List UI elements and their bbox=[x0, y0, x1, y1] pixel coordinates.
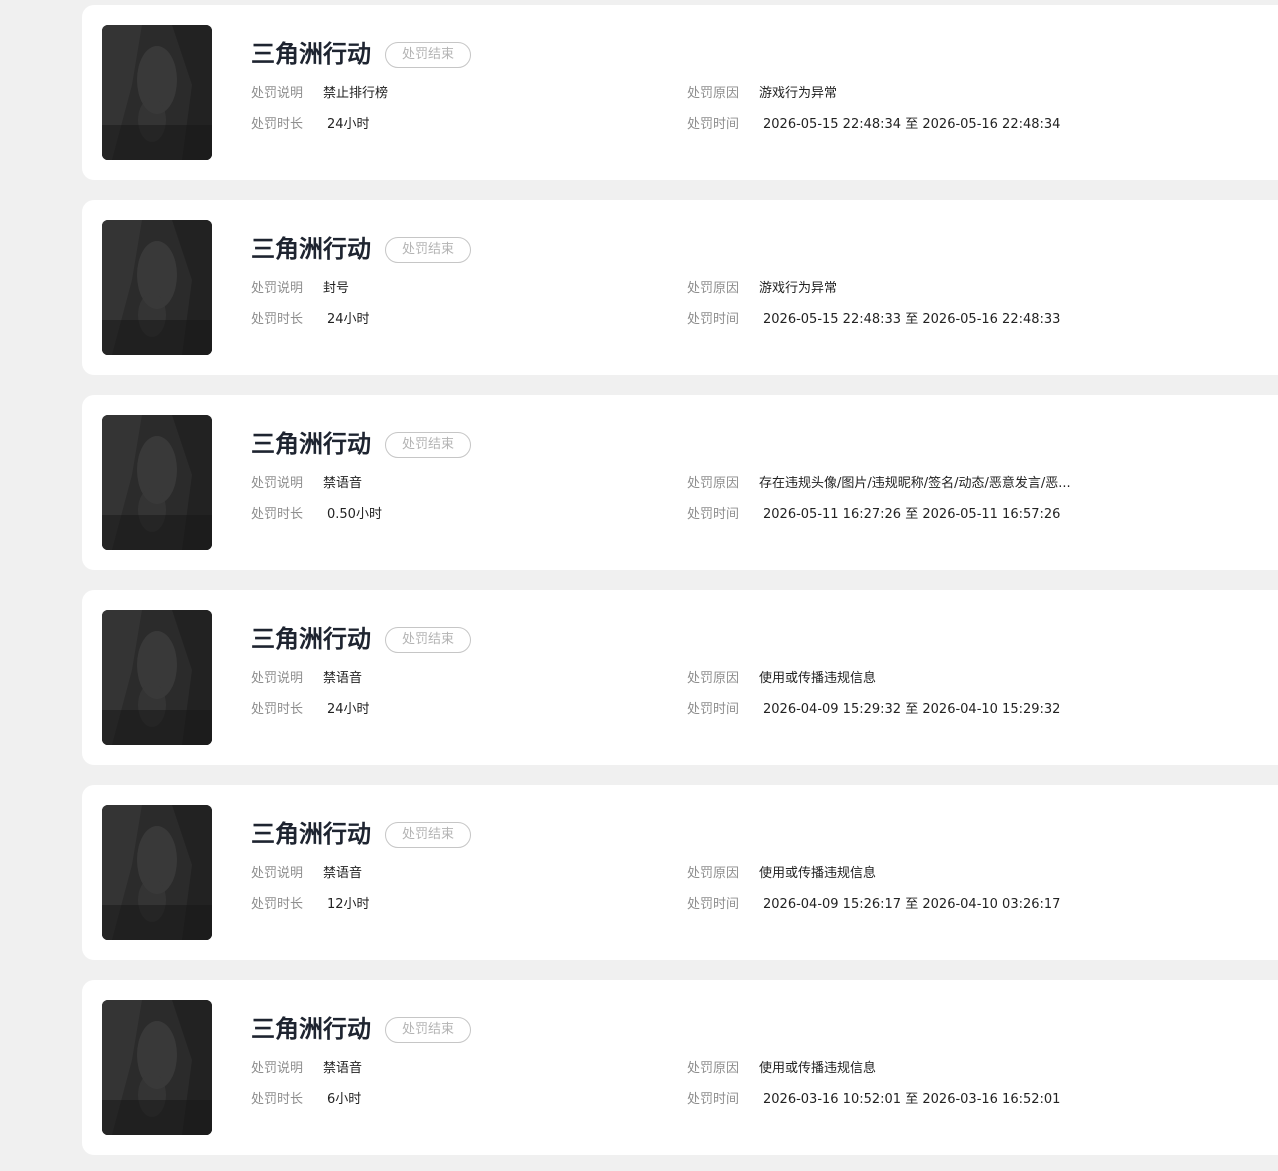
punish-time-start: 2026-05-15 22:48:33 bbox=[763, 312, 902, 327]
punish-reason-label: 处罚原因 bbox=[687, 476, 740, 491]
punish-time-end: 2026-04-10 15:29:32 bbox=[922, 702, 1061, 717]
punish-reason-value: 使用或传播违规信息 bbox=[759, 866, 877, 881]
punish-time-value: 2026-04-09 15:29:32 至 2026-04-10 15:29:3… bbox=[763, 701, 1060, 719]
punishment-record-list: 三角洲行动 处罚结束 处罚说明 禁止排行榜 处罚时长 24小时 处罚原因 游戏行为异常 处罚时间… bbox=[0, 0, 1278, 1171]
punish-reason-value: 使用或传播违规信息 bbox=[759, 671, 877, 686]
punish-desc-label: 处罚说明 bbox=[251, 866, 304, 881]
status-badge: 处罚结束 bbox=[385, 237, 471, 263]
punish-duration-label: 处罚时长 bbox=[251, 117, 304, 132]
punish-desc-value: 禁止排行榜 bbox=[323, 86, 389, 101]
punish-reason-value: 游戏行为异常 bbox=[759, 86, 838, 101]
punish-time-end: 2026-04-10 03:26:17 bbox=[922, 897, 1061, 912]
punish-reason-label: 处罚原因 bbox=[687, 671, 740, 686]
punish-time-value: 2026-05-15 22:48:33 至 2026-05-16 22:48:3… bbox=[763, 311, 1060, 329]
game-cover-image bbox=[102, 415, 212, 550]
game-cover-image bbox=[102, 220, 212, 355]
status-badge: 处罚结束 bbox=[385, 42, 471, 68]
punish-time-value: 2026-03-16 10:52:01 至 2026-03-16 16:52:0… bbox=[763, 1091, 1060, 1109]
punish-time-separator: 至 bbox=[905, 897, 919, 912]
game-cover-image bbox=[102, 1000, 212, 1135]
punish-time-end: 2026-03-16 16:52:01 bbox=[922, 1092, 1061, 1107]
punish-time-value: 2026-05-15 22:48:34 至 2026-05-16 22:48:3… bbox=[763, 116, 1060, 134]
punish-time-end: 2026-05-16 22:48:34 bbox=[922, 117, 1061, 132]
punish-time-end: 2026-05-11 16:57:26 bbox=[922, 507, 1061, 522]
punish-time-separator: 至 bbox=[905, 117, 919, 132]
punish-time-label: 处罚时间 bbox=[687, 897, 740, 912]
game-title: 三角洲行动 bbox=[251, 235, 371, 263]
punish-desc-value: 禁语音 bbox=[323, 476, 363, 491]
punish-desc-value: 禁语音 bbox=[323, 671, 363, 686]
punish-desc-label: 处罚说明 bbox=[251, 671, 304, 686]
punish-time-separator: 至 bbox=[905, 702, 919, 717]
punish-time-start: 2026-03-16 10:52:01 bbox=[763, 1092, 902, 1107]
game-title: 三角洲行动 bbox=[251, 820, 371, 848]
punish-time-label: 处罚时间 bbox=[687, 117, 740, 132]
punish-duration-value: 12小时 bbox=[327, 897, 370, 912]
game-title: 三角洲行动 bbox=[251, 625, 371, 653]
punish-time-label: 处罚时间 bbox=[687, 312, 740, 327]
punish-time-label: 处罚时间 bbox=[687, 1092, 740, 1107]
status-badge: 处罚结束 bbox=[385, 1017, 471, 1043]
punish-duration-label: 处罚时长 bbox=[251, 897, 304, 912]
punishment-record-card[interactable]: 三角洲行动 处罚结束处罚说明 禁语音处罚时长 6小时 处罚原因 使用或传播违规信息处罚时间… bbox=[82, 980, 1278, 1155]
punish-duration-value: 24小时 bbox=[327, 117, 370, 132]
punish-duration-value: 24小时 bbox=[327, 702, 370, 717]
punish-time-start: 2026-04-09 15:26:17 bbox=[763, 897, 902, 912]
punish-desc-label: 处罚说明 bbox=[251, 476, 304, 491]
punish-duration-value: 0.50小时 bbox=[327, 507, 382, 522]
punish-duration-label: 处罚时长 bbox=[251, 312, 304, 327]
punishment-record-card[interactable]: 三角洲行动 处罚结束处罚说明 禁止排行榜处罚时长 24小时 处罚原因 游戏行为异常处罚时间… bbox=[82, 5, 1278, 180]
punish-reason-label: 处罚原因 bbox=[687, 1061, 740, 1076]
punish-time-label: 处罚时间 bbox=[687, 702, 740, 717]
punish-time-value: 2026-04-09 15:26:17 至 2026-04-10 03:26:1… bbox=[763, 896, 1060, 914]
punish-reason-label: 处罚原因 bbox=[687, 866, 740, 881]
punish-duration-label: 处罚时长 bbox=[251, 507, 304, 522]
punish-reason-value: 游戏行为异常 bbox=[759, 281, 838, 296]
punish-time-start: 2026-04-09 15:29:32 bbox=[763, 702, 902, 717]
game-cover-image bbox=[102, 805, 212, 940]
punish-time-value: 2026-05-11 16:27:26 至 2026-05-11 16:57:2… bbox=[763, 506, 1060, 524]
punishment-record-card[interactable]: 三角洲行动 处罚结束处罚说明 禁语音处罚时长 24小时 处罚原因 使用或传播违规信息处罚时… bbox=[82, 590, 1278, 765]
punish-reason-label: 处罚原因 bbox=[687, 281, 740, 296]
punish-desc-value: 封号 bbox=[323, 281, 350, 296]
punishment-record-card[interactable]: 三角洲行动 处罚结束处罚说明 禁语音处罚时长 0.50小时 处罚原因 存在违规头像/图片/… bbox=[82, 395, 1278, 570]
punish-time-start: 2026-05-15 22:48:34 bbox=[763, 117, 902, 132]
game-cover-image bbox=[102, 610, 212, 745]
punish-time-end: 2026-05-16 22:48:33 bbox=[922, 312, 1061, 327]
punish-duration-value: 6小时 bbox=[327, 1092, 362, 1107]
punish-duration-label: 处罚时长 bbox=[251, 1092, 304, 1107]
punishment-record-card[interactable]: 三角洲行动 处罚结束处罚说明 封号处罚时长 24小时 处罚原因 游戏行为异常处罚时间 202… bbox=[82, 200, 1278, 375]
punish-desc-label: 处罚说明 bbox=[251, 281, 304, 296]
punish-reason-value: 使用或传播违规信息 bbox=[759, 1061, 877, 1076]
punish-time-start: 2026-05-11 16:27:26 bbox=[763, 507, 902, 522]
status-badge: 处罚结束 bbox=[385, 627, 471, 653]
punish-desc-label: 处罚说明 bbox=[251, 1061, 304, 1076]
punish-duration-label: 处罚时长 bbox=[251, 702, 304, 717]
punish-reason-value: 存在违规头像/图片/违规昵称/签名/动态/恶意发言/恶... bbox=[759, 476, 1071, 491]
punish-desc-value: 禁语音 bbox=[323, 866, 363, 881]
game-title: 三角洲行动 bbox=[251, 40, 371, 68]
punish-time-separator: 至 bbox=[905, 1092, 919, 1107]
game-title: 三角洲行动 bbox=[251, 1015, 371, 1043]
punish-time-separator: 至 bbox=[905, 312, 919, 327]
game-cover-image bbox=[102, 25, 212, 160]
game-title: 三角洲行动 bbox=[251, 430, 371, 458]
punish-time-separator: 至 bbox=[905, 507, 919, 522]
punish-duration-value: 24小时 bbox=[327, 312, 370, 327]
punishment-record-card[interactable]: 三角洲行动 处罚结束处罚说明 禁语音处罚时长 12小时 处罚原因 使用或传播违规信息处罚时… bbox=[82, 785, 1278, 960]
status-badge: 处罚结束 bbox=[385, 432, 471, 458]
punish-reason-label: 处罚原因 bbox=[687, 86, 740, 101]
status-badge: 处罚结束 bbox=[385, 822, 471, 848]
punish-desc-value: 禁语音 bbox=[323, 1061, 363, 1076]
punish-desc-label: 处罚说明 bbox=[251, 86, 304, 101]
punish-time-label: 处罚时间 bbox=[687, 507, 740, 522]
